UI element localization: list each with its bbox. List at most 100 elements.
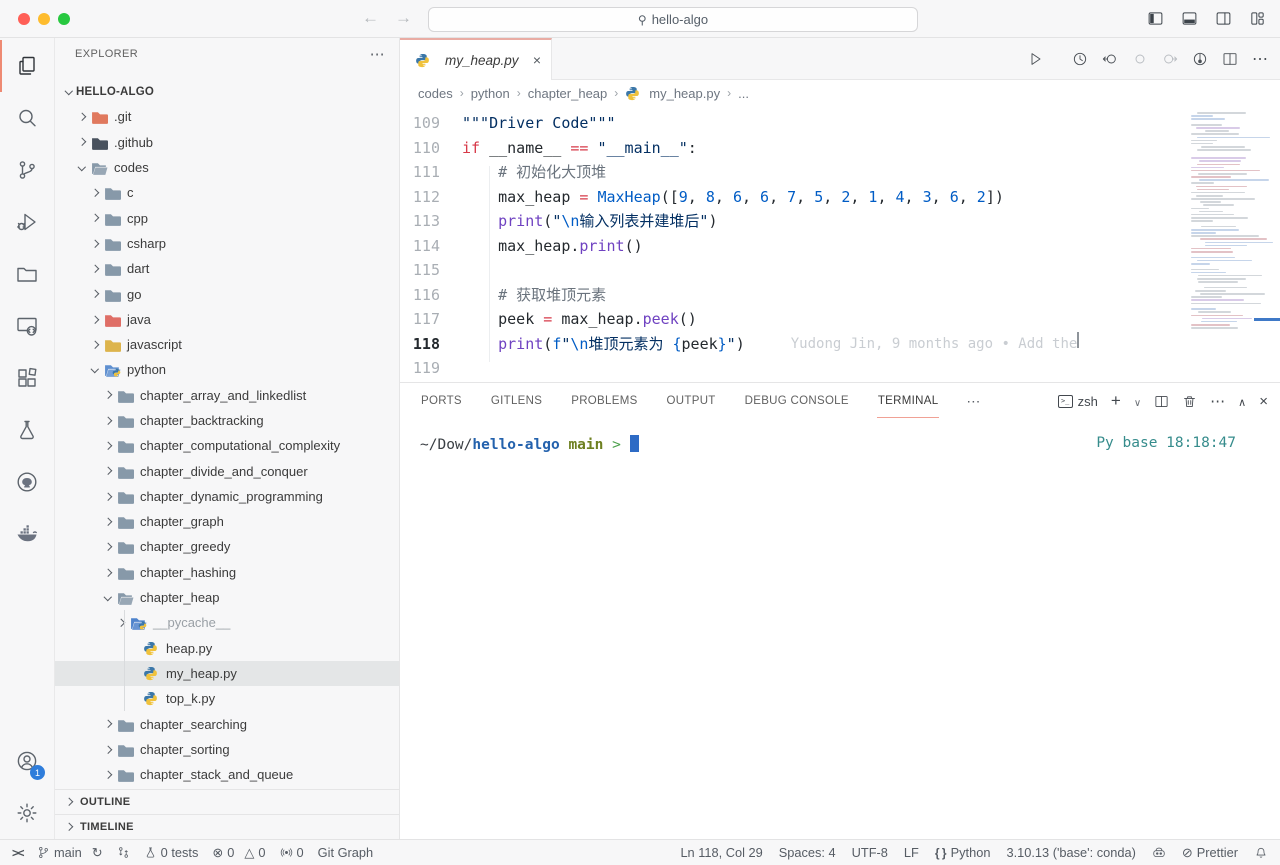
status-prettier[interactable]: ⊘Prettier [1182, 845, 1238, 861]
status-0[interactable]: 0 [280, 845, 304, 860]
minimap[interactable] [1191, 112, 1267, 333]
tree-folder-java[interactable]: java [55, 307, 399, 332]
activity-accounts-icon[interactable]: 1 [0, 735, 54, 787]
tree-folder-dart[interactable]: dart [55, 256, 399, 281]
status-lf[interactable]: LF [904, 845, 919, 860]
activity-explorer-icon[interactable] [0, 40, 54, 92]
activity-source-control-icon[interactable] [0, 144, 54, 196]
minimize-window-button[interactable] [38, 13, 50, 25]
tree-folder-go[interactable]: go [55, 281, 399, 306]
nav-back-icon[interactable]: ← [362, 8, 379, 28]
tree-file-my-heap-py[interactable]: my_heap.py [55, 661, 399, 686]
toggle-panel-icon[interactable] [1181, 10, 1198, 27]
status-0-tests[interactable]: 0 tests [144, 845, 199, 860]
toggle-secondary-sidebar-icon[interactable] [1215, 10, 1232, 27]
tree-folder-python[interactable]: python [55, 357, 399, 382]
previous-change-icon[interactable] [1102, 51, 1118, 67]
status-git-compare[interactable] [117, 846, 130, 859]
terminal-dropdown-icon[interactable]: ∨ [1134, 394, 1141, 409]
tree-folder-cpp[interactable]: cpp [55, 205, 399, 230]
panel-tab-ports[interactable]: PORTS [420, 385, 463, 417]
breadcrumb-item[interactable]: python [471, 86, 510, 101]
outline-section[interactable]: OUTLINE [55, 789, 399, 814]
status-ln-118-col-29[interactable]: Ln 118, Col 29 [680, 845, 762, 860]
activity-docker-icon[interactable] [0, 508, 54, 560]
terminal[interactable]: ~/Dow/hello-algo main > Py base 18:18:47 [400, 419, 1280, 839]
gitlens-icon[interactable] [1192, 51, 1208, 67]
status-git-graph[interactable]: Git Graph [318, 845, 373, 860]
customize-layout-icon[interactable] [1249, 10, 1266, 27]
activity-github-icon[interactable] [0, 456, 54, 508]
next-change-icon[interactable] [1162, 51, 1178, 67]
tree-folder-chapter-computational-complexity[interactable]: chapter_computational_complexity [55, 433, 399, 458]
maximize-panel-icon[interactable]: ∧ [1238, 394, 1246, 409]
breadcrumb-item[interactable]: ... [738, 86, 749, 101]
tree-folder-chapter-heap[interactable]: chapter_heap [55, 585, 399, 610]
more-actions-icon[interactable]: ⋯ [1252, 49, 1268, 69]
status-utf-8[interactable]: UTF-8 [852, 845, 888, 860]
activity-search-icon[interactable] [0, 92, 54, 144]
run-icon[interactable] [1028, 51, 1044, 67]
command-center-search[interactable]: ⚲ hello-algo [428, 7, 918, 32]
status-copilot[interactable] [1152, 846, 1166, 860]
panel-more-actions-icon[interactable]: ⋯ [1210, 392, 1225, 410]
activity-run-and-debug-icon[interactable] [0, 196, 54, 248]
tree-folder--pycache-[interactable]: __pycache__ [55, 610, 399, 635]
tree-folder-chapter-graph[interactable]: chapter_graph [55, 509, 399, 534]
tree-folder-javascript[interactable]: javascript [55, 332, 399, 357]
status-0[interactable]: ⊗0△0 [212, 845, 265, 861]
nav-forward-icon[interactable]: → [395, 8, 412, 28]
activity-testing-icon[interactable] [0, 404, 54, 456]
tree-folder-chapter-array-and-linkedlist[interactable]: chapter_array_and_linkedlist [55, 383, 399, 408]
tree-folder-chapter-dynamic-programming[interactable]: chapter_dynamic_programming [55, 484, 399, 509]
tab-my-heap[interactable]: my_heap.py × [400, 38, 552, 80]
tree-folder-csharp[interactable]: csharp [55, 231, 399, 256]
activity-project-manager-icon[interactable] [0, 248, 54, 300]
panel-tabs-more-icon[interactable]: ⋯ [966, 393, 980, 410]
panel-tab-terminal[interactable]: TERMINAL [877, 385, 940, 418]
file-history-icon[interactable] [1072, 51, 1088, 67]
tree-folder-codes[interactable]: codes [55, 155, 399, 180]
tree-folder-chapter-backtracking[interactable]: chapter_backtracking [55, 408, 399, 433]
close-window-button[interactable] [18, 13, 30, 25]
tree-folder-chapter-greedy[interactable]: chapter_greedy [55, 534, 399, 559]
status-spaces-4[interactable]: Spaces: 4 [779, 845, 836, 860]
explorer-more-actions-icon[interactable]: ⋯ [370, 45, 385, 63]
tree-folder--git[interactable]: .git [55, 104, 399, 129]
split-editor-icon[interactable] [1222, 51, 1238, 67]
panel-tab-gitlens[interactable]: GITLENS [490, 385, 543, 417]
tree-folder-chapter-hashing[interactable]: chapter_hashing [55, 560, 399, 585]
activity-settings-icon[interactable] [0, 787, 54, 839]
tree-file-top-k-py[interactable]: top_k.py [55, 686, 399, 711]
status-main[interactable]: main↻ [37, 845, 103, 861]
status-python[interactable]: { }Python [935, 845, 991, 860]
status-remote[interactable]: >< [12, 845, 23, 860]
tree-folder-chapter-divide-and-conquer[interactable]: chapter_divide_and_conquer [55, 458, 399, 483]
panel-tab-output[interactable]: OUTPUT [666, 385, 717, 417]
split-terminal-icon[interactable] [1154, 394, 1169, 409]
toggle-primary-sidebar-icon[interactable] [1147, 10, 1164, 27]
terminal-shell-selector[interactable]: >_zsh [1058, 394, 1098, 409]
zoom-window-button[interactable] [58, 13, 70, 25]
panel-tab-debug-console[interactable]: DEBUG CONSOLE [744, 385, 850, 417]
tree-folder-hello-algo[interactable]: HELLO-ALGO [55, 79, 399, 104]
tree-folder-c[interactable]: c [55, 180, 399, 205]
tree-folder-chapter-searching[interactable]: chapter_searching [55, 711, 399, 736]
close-panel-icon[interactable]: × [1259, 393, 1268, 410]
tree-folder-chapter-stack-and-queue[interactable]: chapter_stack_and_queue [55, 762, 399, 787]
new-terminal-icon[interactable]: + [1111, 391, 1121, 411]
activity-extensions-icon[interactable] [0, 352, 54, 404]
activity-remote-explorer-icon[interactable] [0, 300, 54, 352]
tree-folder-chapter-sorting[interactable]: chapter_sorting [55, 737, 399, 762]
panel-tab-problems[interactable]: PROBLEMS [570, 385, 638, 417]
tree-file-heap-py[interactable]: heap.py [55, 636, 399, 661]
status-bell[interactable] [1254, 846, 1268, 860]
breadcrumb-item[interactable]: codes [418, 86, 453, 101]
change-icon[interactable] [1132, 51, 1148, 67]
timeline-section[interactable]: TIMELINE [55, 814, 399, 839]
kill-terminal-icon[interactable] [1182, 394, 1197, 409]
breadcrumb-item[interactable]: chapter_heap [528, 86, 608, 101]
status-3-10-13-base-conda-[interactable]: 3.10.13 ('base': conda) [1006, 845, 1135, 860]
tab-close-icon[interactable]: × [533, 52, 541, 68]
tree-folder--github[interactable]: .github [55, 130, 399, 155]
